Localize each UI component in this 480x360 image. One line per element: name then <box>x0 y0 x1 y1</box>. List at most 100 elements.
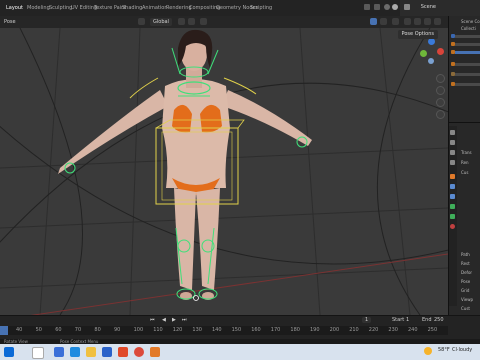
snap-icon[interactable] <box>188 18 195 25</box>
pivot-icon[interactable] <box>178 18 185 25</box>
outliner-row[interactable] <box>455 43 480 46</box>
timeline-tick: 250 <box>427 327 438 333</box>
timeline-tick: 210 <box>349 327 359 333</box>
viewport-scene <box>0 28 448 315</box>
viewport-shading-material-icon[interactable] <box>424 18 431 25</box>
timeline-tick: 190 <box>310 327 320 333</box>
scene-props-icon[interactable] <box>450 160 455 165</box>
outliner-list[interactable]: Collecti <box>449 26 480 116</box>
grid-view-icon[interactable] <box>436 110 445 119</box>
pose-options-button[interactable]: Pose Options <box>397 30 438 39</box>
constraint-icon[interactable] <box>450 194 455 199</box>
prop-row[interactable]: Ren <box>461 160 469 165</box>
jump-end-icon[interactable]: ⏭ <box>182 317 187 323</box>
material-icon[interactable] <box>450 224 455 229</box>
file-explorer-icon[interactable] <box>86 347 96 357</box>
pan-hand-icon[interactable] <box>436 86 445 95</box>
prop-row[interactable]: Viewp <box>461 297 473 302</box>
data-icon[interactable] <box>450 204 455 209</box>
scene-selector[interactable]: Scene <box>400 0 480 16</box>
viewport-shading-wire-icon[interactable] <box>404 18 411 25</box>
tab-sculpting[interactable]: Sculpting <box>49 2 72 14</box>
show-gizmo-icon[interactable] <box>370 18 377 25</box>
viewport-shading-rendered-icon[interactable] <box>434 18 441 25</box>
task-view-icon[interactable] <box>54 347 64 357</box>
prop-row[interactable]: Defor <box>461 270 472 275</box>
outliner-row-selected[interactable] <box>455 51 480 54</box>
properties-divider <box>449 122 480 123</box>
camera-icon[interactable] <box>436 98 445 107</box>
timeline-ruler[interactable]: 40 50 60 70 80 90 100 110 120 130 140 150 160 170 180 1… <box>0 326 448 335</box>
object-props-icon[interactable] <box>450 174 455 179</box>
prop-row[interactable]: Cust <box>461 306 470 311</box>
mail-icon[interactable] <box>102 347 112 357</box>
play-reverse-icon[interactable]: ◀ <box>162 317 166 323</box>
editor-icon[interactable] <box>364 4 370 10</box>
outliner-row[interactable] <box>455 35 480 38</box>
current-frame-field[interactable]: 1 <box>362 317 372 323</box>
office-icon[interactable] <box>118 347 128 357</box>
tab-rendering[interactable]: Rendering <box>166 2 192 14</box>
prop-row[interactable]: Trans <box>461 150 472 155</box>
output-icon[interactable] <box>450 150 455 155</box>
tab-scripting[interactable]: Scripting <box>250 2 272 14</box>
outliner-row[interactable] <box>455 83 480 86</box>
timeline-tick: 100 <box>133 327 144 333</box>
tab-layout[interactable]: Layout <box>6 2 23 14</box>
search-box[interactable] <box>32 347 44 359</box>
outliner-row-collection[interactable]: Collecti <box>461 26 476 31</box>
taskbar: 58°F Cl·loudy <box>0 344 480 360</box>
gizmo-y-icon[interactable] <box>420 50 427 57</box>
timeline-tick: 170 <box>270 327 281 333</box>
timeline-tick: 160 <box>251 327 261 333</box>
tab-shading[interactable]: Shading <box>122 2 142 14</box>
mode-selector[interactable]: Pose <box>4 18 16 26</box>
modifier-icon[interactable] <box>450 184 455 189</box>
jump-start-icon[interactable]: ⏮ <box>150 317 155 323</box>
edge-icon[interactable] <box>70 347 80 357</box>
prop-row[interactable]: Pose <box>461 279 470 284</box>
windows-start-icon[interactable] <box>4 347 14 357</box>
temperature: 58°F <box>438 347 450 353</box>
render-icon[interactable] <box>450 140 455 145</box>
xray-icon[interactable] <box>392 18 399 25</box>
bone-icon[interactable] <box>450 214 455 219</box>
timeline-tick: 60 <box>55 327 62 333</box>
timeline-tick: 70 <box>74 327 82 333</box>
timeline-tick: 50 <box>35 327 42 333</box>
frame-cursor[interactable] <box>0 326 8 335</box>
outliner-row[interactable] <box>455 63 480 66</box>
start-label: Start <box>392 317 405 323</box>
prop-row[interactable]: Grid <box>461 288 469 293</box>
blender-taskbar-icon[interactable] <box>150 347 160 357</box>
gizmo-z-icon[interactable] <box>428 38 435 45</box>
timeline-tick: 180 <box>290 327 300 333</box>
end-value[interactable]: 250 <box>434 317 444 323</box>
timeline-tick: 80 <box>94 327 101 333</box>
shading-material-icon[interactable] <box>392 4 398 10</box>
chrome-icon[interactable] <box>134 347 144 357</box>
outliner-row[interactable] <box>455 73 480 76</box>
overlay-icon[interactable] <box>374 4 380 10</box>
transform-icon[interactable] <box>138 18 145 25</box>
navigation-gizmo[interactable] <box>418 38 446 66</box>
shading-solid-icon[interactable] <box>384 4 390 10</box>
viewport-shading-solid-icon[interactable] <box>414 18 421 25</box>
play-icon[interactable]: ▶ <box>172 317 176 323</box>
gizmo-x-icon[interactable] <box>437 48 444 55</box>
prop-row[interactable]: Rest <box>461 261 470 266</box>
proportional-icon[interactable] <box>200 18 207 25</box>
zoom-icon[interactable] <box>436 74 445 83</box>
tool-icon[interactable] <box>450 130 455 135</box>
outliner-title: Scene Co <box>461 19 480 24</box>
3d-viewport[interactable]: Pose Options <box>0 28 448 315</box>
timeline-tick: 230 <box>388 327 398 333</box>
prop-row[interactable]: Path <box>461 252 470 257</box>
tab-modeling[interactable]: Modeling <box>27 2 50 14</box>
show-overlays-icon[interactable] <box>380 18 387 25</box>
start-value[interactable]: 1 <box>406 317 409 323</box>
tab-animation[interactable]: Animation <box>142 2 168 14</box>
gizmo-neg-icon[interactable] <box>428 58 434 64</box>
orientation-dropdown[interactable]: Global <box>150 18 172 26</box>
prop-row[interactable]: Cus <box>461 170 468 175</box>
